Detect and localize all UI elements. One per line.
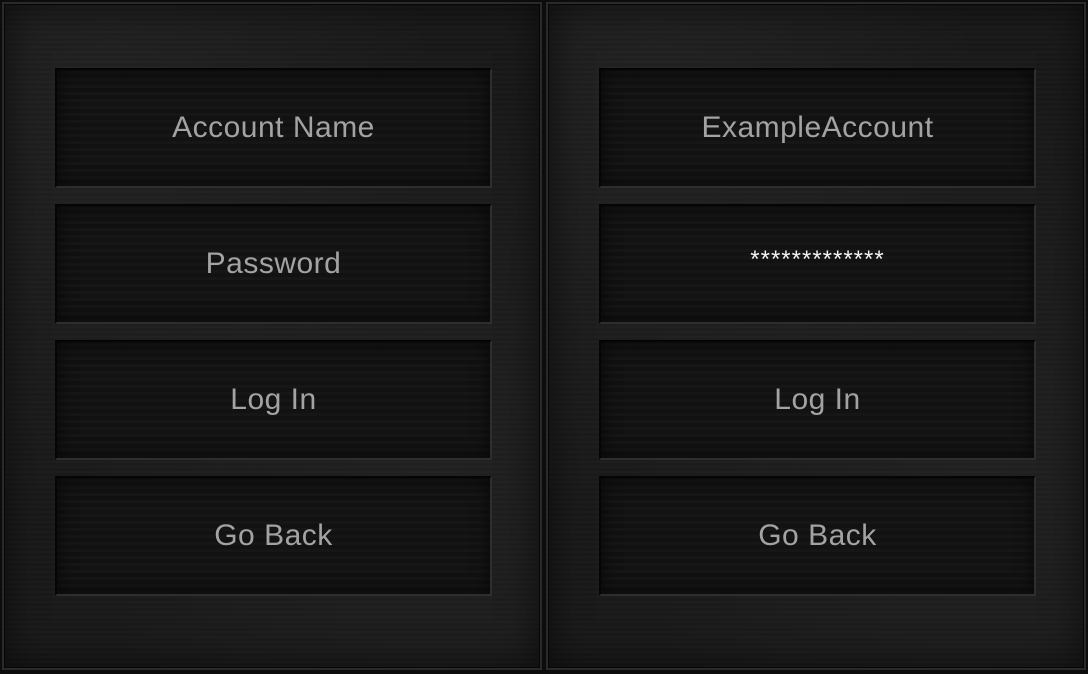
go-back-button-left[interactable]: Go Back — [55, 476, 492, 596]
account-name-label-box: Account Name — [55, 68, 492, 188]
login-button-label: Log In — [774, 383, 861, 416]
go-back-button[interactable]: Go Back — [599, 476, 1036, 596]
account-name-field[interactable]: ExampleAccount — [599, 68, 1036, 188]
password-label-box: Password — [55, 204, 492, 324]
login-button-left[interactable]: Log In — [55, 340, 492, 460]
account-name-label: Account Name — [172, 111, 375, 144]
labels-panel: Account Name Password Log In Go Back — [2, 2, 542, 670]
inputs-panel: ExampleAccount ************* Log In Go B… — [546, 2, 1086, 670]
password-field[interactable]: ************* — [599, 204, 1036, 324]
password-label: Password — [205, 247, 342, 280]
login-button-label: Log In — [230, 383, 317, 416]
go-back-button-label: Go Back — [214, 519, 333, 552]
password-value: ************* — [750, 246, 885, 273]
account-name-value: ExampleAccount — [701, 111, 934, 144]
go-back-button-label: Go Back — [758, 519, 877, 552]
login-button[interactable]: Log In — [599, 340, 1036, 460]
